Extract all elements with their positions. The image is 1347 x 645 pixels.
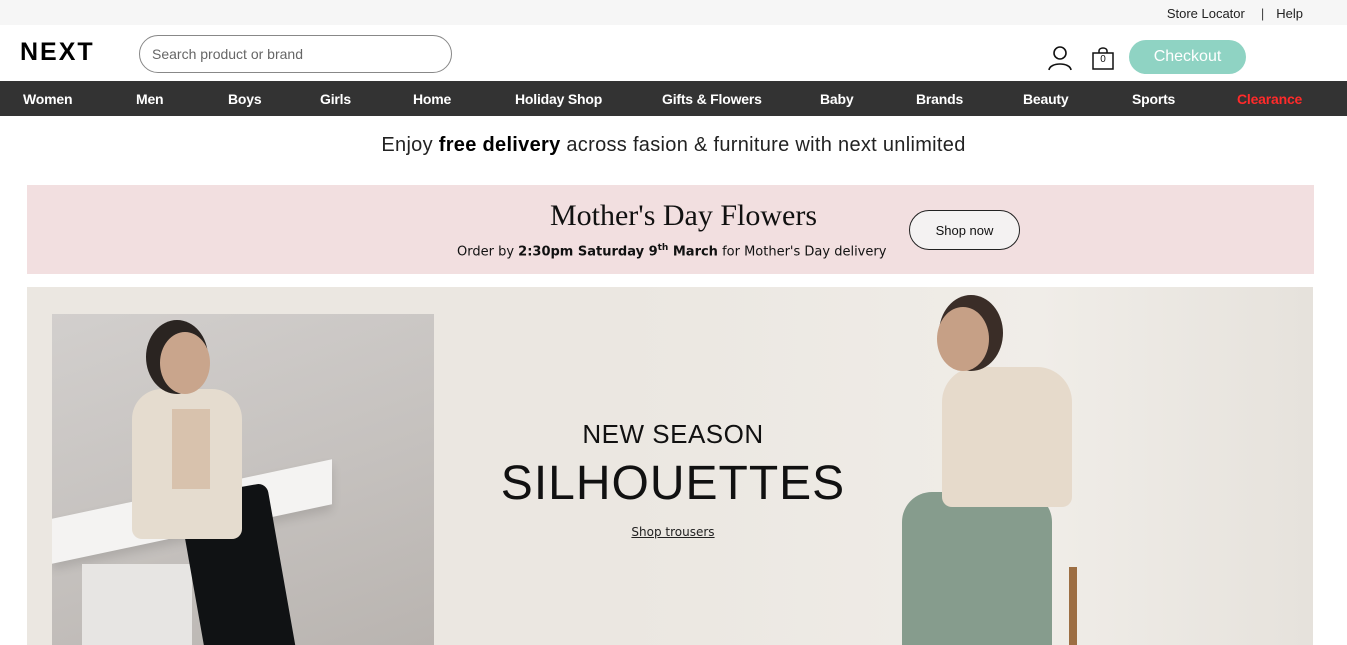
- nav-item-beauty[interactable]: Beauty: [1023, 91, 1069, 107]
- nav-item-baby[interactable]: Baby: [820, 91, 854, 107]
- hero-banner[interactable]: NEW SEASON SILHOUETTES Shop trousers: [27, 287, 1313, 645]
- main-nav: Women Men Boys Girls Home Holiday Shop G…: [0, 81, 1347, 116]
- deadline-suffix: for Mother's Day delivery: [717, 244, 887, 260]
- shop-now-button[interactable]: Shop now: [909, 210, 1020, 250]
- hero-eyebrow: NEW SEASON: [582, 419, 764, 449]
- sage-trousers: [902, 492, 1052, 645]
- mothers-day-deadline: Order by 2:30pm Saturday 9th March for M…: [457, 243, 886, 259]
- utility-separator: |: [1260, 6, 1265, 21]
- next-logo[interactable]: NEXT: [20, 38, 95, 67]
- bag-count: 0: [1100, 54, 1106, 65]
- nav-item-home[interactable]: Home: [413, 91, 451, 107]
- deadline-ordinal: th: [657, 243, 669, 253]
- promo-text-after: across fasion & furniture with next unli…: [560, 134, 966, 156]
- utility-links: Store Locator | Help: [1167, 6, 1303, 21]
- hero-model-photo-left: [52, 314, 434, 645]
- nav-item-brands[interactable]: Brands: [916, 91, 963, 107]
- nav-item-boys[interactable]: Boys: [228, 91, 262, 107]
- mothers-day-title: Mother's Day Flowers: [549, 199, 818, 232]
- utility-bar: Store Locator | Help: [0, 0, 1347, 25]
- nav-item-sports[interactable]: Sports: [1132, 91, 1175, 107]
- shopping-bag-icon[interactable]: 0: [1090, 45, 1116, 71]
- shop-trousers-link[interactable]: Shop trousers: [631, 525, 714, 539]
- nav-item-women[interactable]: Women: [23, 91, 73, 107]
- search-input[interactable]: [140, 36, 451, 72]
- deadline-date: 2:30pm Saturday 9: [518, 244, 658, 260]
- site-header: NEXT 0 Checkout: [0, 25, 1347, 81]
- checkout-button[interactable]: Checkout: [1129, 40, 1246, 74]
- mothers-day-banner[interactable]: Mother's Day Flowers Order by 2:30pm Sat…: [27, 185, 1314, 274]
- promo-text-before: Enjoy: [381, 134, 439, 156]
- nav-item-men[interactable]: Men: [136, 91, 164, 107]
- store-locator-link[interactable]: Store Locator: [1167, 6, 1245, 21]
- search-box: [139, 35, 452, 73]
- hero-model-photo-right: [867, 287, 1137, 645]
- hero-copy: NEW SEASON SILHOUETTES Shop trousers: [487, 419, 859, 541]
- promo-text-bold: free delivery: [438, 134, 561, 156]
- deadline-prefix: Order by: [457, 244, 519, 260]
- nav-item-gifts-flowers[interactable]: Gifts & Flowers: [662, 91, 762, 107]
- nav-item-girls[interactable]: Girls: [320, 91, 351, 107]
- model-head-right: [937, 307, 989, 371]
- hero-headline: SILHOUETTES: [500, 457, 846, 510]
- deadline-month: March: [668, 244, 718, 260]
- model-head-left: [160, 332, 210, 394]
- beige-top: [172, 409, 210, 489]
- nav-item-clearance[interactable]: Clearance: [1237, 91, 1302, 107]
- delivery-promo[interactable]: Enjoy free delivery across fasion & furn…: [0, 134, 1347, 157]
- help-link[interactable]: Help: [1276, 6, 1303, 21]
- nav-item-holiday-shop[interactable]: Holiday Shop: [515, 91, 602, 107]
- bench-base: [82, 564, 192, 645]
- linen-shirt: [942, 367, 1072, 507]
- account-icon[interactable]: [1047, 45, 1073, 71]
